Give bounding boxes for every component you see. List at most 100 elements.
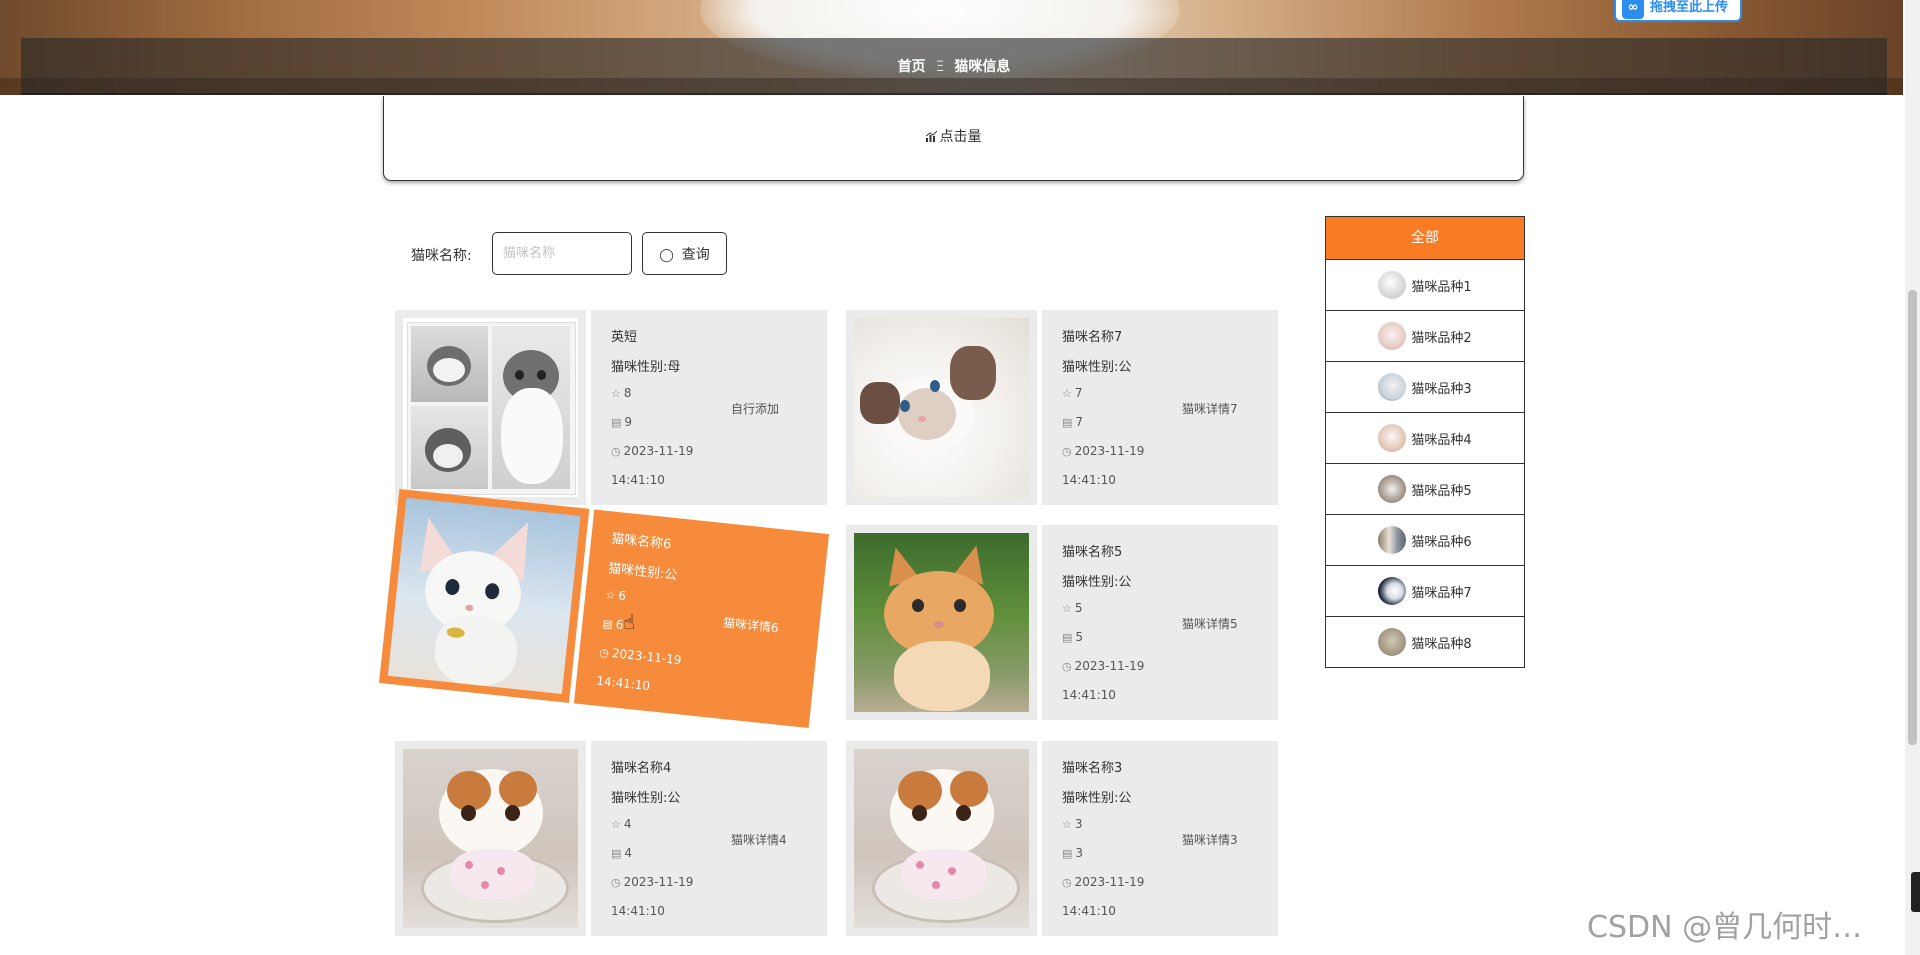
category-list: 全部 猫咪品种1 猫咪品种2 猫咪品种3 猫咪品种4 猫咪品种5 猫咪品种6 猫… [1325,216,1525,668]
comment-count-row: ▤ 5 [1062,630,1083,644]
side-edge-tab[interactable] [1911,872,1920,912]
cat-card-info[interactable]: 猫咪名称3 猫咪性别:公 ☆ 3 ▤ 3 ◷ 2023-11-19 14:41:10 … [1042,741,1278,936]
comment-icon: ▤ [1062,847,1073,860]
category-avatar [1378,526,1407,554]
vertical-scrollbar[interactable] [1905,0,1920,955]
cat-photo[interactable] [854,749,1029,928]
breadcrumb-home[interactable]: 首页 [898,59,926,75]
comment-count-row: ▤ 4 [611,846,632,860]
cat-gender: 猫咪性别:公 [1062,575,1132,590]
cat-photo[interactable] [403,749,578,928]
clock-icon: ◷ [1062,660,1072,673]
category-item[interactable]: 猫咪品种4 [1326,413,1524,464]
category-all[interactable]: 全部 [1326,217,1524,260]
category-item[interactable]: 猫咪品种8 [1326,617,1524,667]
favorite-count-row: ☆ 4 [611,817,632,831]
cat-card-image-frame[interactable] [846,525,1037,720]
category-item[interactable]: 猫咪品种5 [1326,464,1524,515]
cat-card-highlighted[interactable]: 猫咪名称6 猫咪性别:公 ☆ 6 ▤ 6 ◷ 2023-11-19 14:41:10 … [378,488,830,729]
cat-gender: 猫咪性别:公 [611,791,681,806]
post-date: 2023-11-19 [623,444,694,458]
category-label: 猫咪品种4 [1411,432,1472,448]
post-date: 2023-11-19 [1074,659,1145,673]
star-icon: ☆ [611,387,621,400]
comment-count: 9 [624,415,633,429]
category-item[interactable]: 猫咪品种1 [1326,260,1524,311]
cat-photo[interactable] [403,318,578,497]
cat-card[interactable]: 猫咪名称5 猫咪性别:公 ☆ 5 ▤ 5 ◷ 2023-11-19 14:41:10 … [846,525,1278,720]
comment-icon: ▤ [611,847,622,860]
favorite-count-row: ☆ 8 [611,386,632,400]
category-item[interactable]: 猫咪品种2 [1326,311,1524,362]
clock-icon: ◷ [1062,876,1072,889]
cat-card-image-frame[interactable] [395,741,586,936]
search-label: 猫咪名称: [411,248,472,264]
cat-gender: 猫咪性别:公 [1062,360,1132,375]
cat-card-info[interactable]: 猫咪名称5 猫咪性别:公 ☆ 5 ▤ 5 ◷ 2023-11-19 14:41:10 … [1042,525,1278,720]
cat-name[interactable]: 猫咪名称7 [1062,326,1122,345]
category-item[interactable]: 猫咪品种7 [1326,566,1524,617]
post-date: 2023-11-19 [623,875,694,889]
cat-name[interactable]: 英短 [611,326,637,345]
cat-detail: 猫咪详情5 [1182,617,1238,631]
click-stats-panel[interactable]: 点击量 [383,96,1524,181]
cloud-upload-icon: ∞ [1622,0,1644,19]
category-label: 猫咪品种2 [1411,330,1472,346]
cat-photo[interactable] [854,533,1029,712]
search-button[interactable]: ◯ 查询 [642,232,727,275]
favorite-count: 8 [623,386,632,400]
category-label: 猫咪品种8 [1411,636,1472,652]
favorite-count: 3 [1074,817,1083,831]
category-label: 猫咪品种3 [1411,381,1472,397]
cat-card-info[interactable]: 猫咪名称6 猫咪性别:公 ☆ 6 ▤ 6 ◷ 2023-11-19 14:41:10 … [573,509,830,729]
category-label: 猫咪品种7 [1411,585,1472,601]
favorite-count: 4 [623,817,632,831]
cat-detail: 猫咪详情4 [731,833,787,847]
cat-card-image-frame[interactable] [395,310,586,505]
page: 首页 Ξ 猫咪信息 ∞ 拖拽至此上传 点击量 猫咪名称: ◯ 查询 [0,0,1920,955]
cat-gender: 猫咪性别:母 [611,360,681,375]
category-item[interactable]: 猫咪品种3 [1326,362,1524,413]
cat-gender: 猫咪性别:公 [1062,791,1132,806]
breadcrumb-current[interactable]: 猫咪信息 [954,59,1010,75]
cat-name[interactable]: 猫咪名称6 [611,527,673,552]
cat-card[interactable]: 猫咪名称4 猫咪性别:公 ☆ 4 ▤ 4 ◷ 2023-11-19 14:41:10 … [395,741,827,936]
post-date: 2023-11-19 [1074,875,1145,889]
category-avatar [1378,322,1407,350]
cat-detail: 猫咪详情3 [1182,833,1238,847]
cat-card[interactable]: 猫咪名称7 猫咪性别:公 ☆ 7 ▤ 7 ◷ 2023-11-19 14:41:10 … [846,310,1278,505]
cat-card-image-frame[interactable] [378,488,590,703]
cat-name[interactable]: 猫咪名称4 [611,757,671,776]
breadcrumb-separator: Ξ [935,59,945,75]
star-icon: ☆ [1062,387,1072,400]
post-time: 14:41:10 [1062,904,1116,918]
cat-photo[interactable] [387,497,581,695]
cat-name[interactable]: 猫咪名称5 [1062,541,1122,560]
cat-card-image-frame[interactable] [846,741,1037,936]
post-time: 14:41:10 [1062,473,1116,487]
post-date: 2023-11-19 [1074,444,1145,458]
category-label: 猫咪品种5 [1411,483,1472,499]
cat-photo[interactable] [854,318,1029,497]
cat-card[interactable]: 英短 猫咪性别:母 ☆ 8 ▤ 9 ◷ 2023-11-19 14:41:10 自行添… [395,310,827,505]
date-row: ◷ 2023-11-19 [611,875,693,889]
cat-detail: 猫咪详情7 [1182,402,1238,416]
favorite-count: 6 [617,588,627,604]
search-input[interactable] [492,232,632,275]
cat-name[interactable]: 猫咪名称3 [1062,757,1122,776]
upload-dropzone-badge[interactable]: ∞ 拖拽至此上传 [1614,0,1742,22]
star-icon: ☆ [1062,602,1072,615]
cat-card-image-frame[interactable] [846,310,1037,505]
cat-gender: 猫咪性别:公 [607,561,678,584]
scrollbar-thumb[interactable] [1908,290,1917,745]
cat-card[interactable]: 猫咪名称3 猫咪性别:公 ☆ 3 ▤ 3 ◷ 2023-11-19 14:41:10 … [846,741,1278,936]
cat-card-info[interactable]: 猫咪名称4 猫咪性别:公 ☆ 4 ▤ 4 ◷ 2023-11-19 14:41:10 … [591,741,827,936]
cat-card-info[interactable]: 猫咪名称7 猫咪性别:公 ☆ 7 ▤ 7 ◷ 2023-11-19 14:41:10 … [1042,310,1278,505]
category-avatar [1378,424,1407,452]
category-item[interactable]: 猫咪品种6 [1326,515,1524,566]
post-time: 14:41:10 [611,904,665,918]
upload-badge-label: 拖拽至此上传 [1650,0,1729,15]
post-time: 14:41:10 [611,473,665,487]
cat-card-info[interactable]: 英短 猫咪性别:母 ☆ 8 ▤ 9 ◷ 2023-11-19 14:41:10 自行添… [591,310,827,505]
clock-icon: ◷ [611,876,621,889]
